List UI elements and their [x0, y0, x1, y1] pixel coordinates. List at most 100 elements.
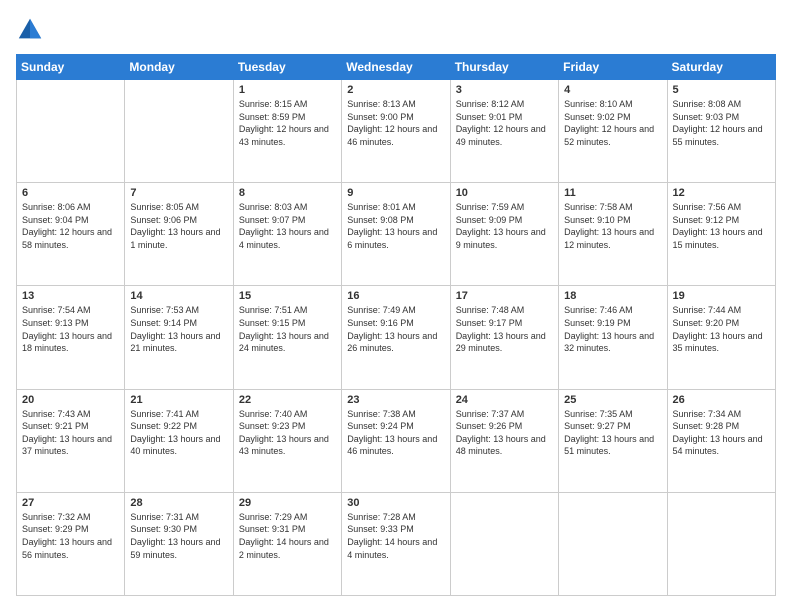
day-info: Sunrise: 7:49 AM Sunset: 9:16 PM Dayligh…	[347, 304, 444, 354]
calendar-cell	[559, 492, 667, 595]
calendar-cell: 3 Sunrise: 8:12 AM Sunset: 9:01 PM Daylig…	[450, 80, 558, 183]
day-info: Sunrise: 7:54 AM Sunset: 9:13 PM Dayligh…	[22, 304, 119, 354]
calendar-cell: 19Sunrise: 7:44 AM Sunset: 9:20 PM Dayli…	[667, 286, 775, 389]
col-header-saturday: Saturday	[667, 55, 775, 80]
day-number: 23	[347, 394, 444, 406]
day-number: 8	[239, 187, 336, 199]
day-info: Sunrise: 7:56 AM Sunset: 9:12 PM Dayligh…	[673, 201, 770, 251]
calendar-cell: 25 Sunrise: 7:35 AM Sunset: 9:27 PM Dayli…	[559, 389, 667, 492]
day-info: Sunrise: 7:38 AM Sunset: 9:24 PM Dayligh…	[347, 408, 444, 458]
day-info: Sunrise: 7:40 AM Sunset: 9:23 PM Dayligh…	[239, 408, 336, 458]
day-info: Sunrise: 8:06 AM Sunset: 9:04 PM Dayligh…	[22, 201, 119, 251]
day-info: Sunrise: 7:34 AM Sunset: 9:28 PM Dayligh…	[673, 408, 770, 458]
day-info: Sunrise: 7:35 AM Sunset: 9:27 PM Dayligh…	[564, 408, 661, 458]
calendar-cell: 16 Sunrise: 7:49 AM Sunset: 9:16 PM Dayli…	[342, 286, 450, 389]
calendar-cell: 17 Sunrise: 7:48 AM Sunset: 9:17 PM Dayli…	[450, 286, 558, 389]
day-number: 6	[22, 187, 119, 199]
day-number: 20	[22, 394, 119, 406]
day-info: Sunrise: 7:32 AM Sunset: 9:29 PM Dayligh…	[22, 511, 119, 561]
day-info: Sunrise: 7:48 AM Sunset: 9:17 PM Dayligh…	[456, 304, 553, 354]
day-number: 28	[130, 497, 227, 509]
header	[16, 16, 776, 44]
day-info: Sunrise: 7:58 AM Sunset: 9:10 PM Dayligh…	[564, 201, 661, 251]
calendar-cell	[17, 80, 125, 183]
day-number: 30	[347, 497, 444, 509]
day-info: Sunrise: 8:10 AM Sunset: 9:02 PM Dayligh…	[564, 98, 661, 148]
week-row-4: 20 Sunrise: 7:43 AM Sunset: 9:21 PM Dayli…	[17, 389, 776, 492]
calendar-cell: 18 Sunrise: 7:46 AM Sunset: 9:19 PM Dayli…	[559, 286, 667, 389]
calendar-cell: 1 Sunrise: 8:15 AM Sunset: 8:59 PM Daylig…	[233, 80, 341, 183]
day-number: 5	[673, 84, 770, 96]
day-number: 11	[564, 187, 661, 199]
col-header-tuesday: Tuesday	[233, 55, 341, 80]
day-number: 12	[673, 187, 770, 199]
day-number: 16	[347, 290, 444, 302]
calendar-cell: 6 Sunrise: 8:06 AM Sunset: 9:04 PM Daylig…	[17, 183, 125, 286]
col-header-sunday: Sunday	[17, 55, 125, 80]
calendar-cell: 7 Sunrise: 8:05 AM Sunset: 9:06 PM Daylig…	[125, 183, 233, 286]
calendar-cell: 24 Sunrise: 7:37 AM Sunset: 9:26 PM Dayli…	[450, 389, 558, 492]
day-info: Sunrise: 8:13 AM Sunset: 9:00 PM Dayligh…	[347, 98, 444, 148]
day-number: 18	[564, 290, 661, 302]
day-info: Sunrise: 7:37 AM Sunset: 9:26 PM Dayligh…	[456, 408, 553, 458]
calendar-cell: 10Sunrise: 7:59 AM Sunset: 9:09 PM Dayli…	[450, 183, 558, 286]
col-header-thursday: Thursday	[450, 55, 558, 80]
calendar-cell: 15Sunrise: 7:51 AM Sunset: 9:15 PM Dayli…	[233, 286, 341, 389]
day-info: Sunrise: 7:43 AM Sunset: 9:21 PM Dayligh…	[22, 408, 119, 458]
day-number: 14	[130, 290, 227, 302]
page: SundayMondayTuesdayWednesdayThursdayFrid…	[0, 0, 792, 612]
day-info: Sunrise: 7:29 AM Sunset: 9:31 PM Dayligh…	[239, 511, 336, 561]
day-info: Sunrise: 7:53 AM Sunset: 9:14 PM Dayligh…	[130, 304, 227, 354]
calendar-cell: 9Sunrise: 8:01 AM Sunset: 9:08 PM Daylig…	[342, 183, 450, 286]
calendar-cell: 30 Sunrise: 7:28 AM Sunset: 9:33 PM Dayli…	[342, 492, 450, 595]
week-row-3: 13Sunrise: 7:54 AM Sunset: 9:13 PM Dayli…	[17, 286, 776, 389]
day-number: 22	[239, 394, 336, 406]
calendar-cell: 21 Sunrise: 7:41 AM Sunset: 9:22 PM Dayli…	[125, 389, 233, 492]
calendar-cell: 29 Sunrise: 7:29 AM Sunset: 9:31 PM Dayli…	[233, 492, 341, 595]
day-number: 29	[239, 497, 336, 509]
day-info: Sunrise: 7:41 AM Sunset: 9:22 PM Dayligh…	[130, 408, 227, 458]
day-info: Sunrise: 7:46 AM Sunset: 9:19 PM Dayligh…	[564, 304, 661, 354]
calendar-table: SundayMondayTuesdayWednesdayThursdayFrid…	[16, 54, 776, 596]
week-row-5: 27 Sunrise: 7:32 AM Sunset: 9:29 PM Dayli…	[17, 492, 776, 595]
col-header-monday: Monday	[125, 55, 233, 80]
col-header-friday: Friday	[559, 55, 667, 80]
day-number: 3	[456, 84, 553, 96]
calendar-cell: 4Sunrise: 8:10 AM Sunset: 9:02 PM Daylig…	[559, 80, 667, 183]
week-row-1: 1 Sunrise: 8:15 AM Sunset: 8:59 PM Daylig…	[17, 80, 776, 183]
day-info: Sunrise: 7:44 AM Sunset: 9:20 PM Dayligh…	[673, 304, 770, 354]
calendar-cell: 13Sunrise: 7:54 AM Sunset: 9:13 PM Dayli…	[17, 286, 125, 389]
calendar-cell: 28Sunrise: 7:31 AM Sunset: 9:30 PM Dayli…	[125, 492, 233, 595]
calendar-cell: 14 Sunrise: 7:53 AM Sunset: 9:14 PM Dayli…	[125, 286, 233, 389]
calendar-cell	[667, 492, 775, 595]
day-info: Sunrise: 8:08 AM Sunset: 9:03 PM Dayligh…	[673, 98, 770, 148]
day-number: 27	[22, 497, 119, 509]
day-number: 25	[564, 394, 661, 406]
day-info: Sunrise: 8:15 AM Sunset: 8:59 PM Dayligh…	[239, 98, 336, 148]
day-info: Sunrise: 8:03 AM Sunset: 9:07 PM Dayligh…	[239, 201, 336, 251]
logo	[16, 16, 48, 44]
calendar-cell: 27 Sunrise: 7:32 AM Sunset: 9:29 PM Dayli…	[17, 492, 125, 595]
day-info: Sunrise: 7:51 AM Sunset: 9:15 PM Dayligh…	[239, 304, 336, 354]
day-info: Sunrise: 8:12 AM Sunset: 9:01 PM Dayligh…	[456, 98, 553, 148]
calendar-cell: 26 Sunrise: 7:34 AM Sunset: 9:28 PM Dayli…	[667, 389, 775, 492]
day-info: Sunrise: 8:01 AM Sunset: 9:08 PM Dayligh…	[347, 201, 444, 251]
calendar-cell: 11 Sunrise: 7:58 AM Sunset: 9:10 PM Dayli…	[559, 183, 667, 286]
day-info: Sunrise: 8:05 AM Sunset: 9:06 PM Dayligh…	[130, 201, 227, 251]
day-number: 7	[130, 187, 227, 199]
day-number: 21	[130, 394, 227, 406]
calendar-cell: 8 Sunrise: 8:03 AM Sunset: 9:07 PM Daylig…	[233, 183, 341, 286]
day-number: 10	[456, 187, 553, 199]
day-number: 26	[673, 394, 770, 406]
calendar-header-row: SundayMondayTuesdayWednesdayThursdayFrid…	[17, 55, 776, 80]
calendar-cell: 22 Sunrise: 7:40 AM Sunset: 9:23 PM Dayli…	[233, 389, 341, 492]
day-number: 17	[456, 290, 553, 302]
day-info: Sunrise: 7:28 AM Sunset: 9:33 PM Dayligh…	[347, 511, 444, 561]
calendar-cell: 20 Sunrise: 7:43 AM Sunset: 9:21 PM Dayli…	[17, 389, 125, 492]
calendar-cell	[450, 492, 558, 595]
col-header-wednesday: Wednesday	[342, 55, 450, 80]
calendar-cell: 2Sunrise: 8:13 AM Sunset: 9:00 PM Daylig…	[342, 80, 450, 183]
day-number: 1	[239, 84, 336, 96]
day-number: 24	[456, 394, 553, 406]
calendar-cell: 12 Sunrise: 7:56 AM Sunset: 9:12 PM Dayli…	[667, 183, 775, 286]
